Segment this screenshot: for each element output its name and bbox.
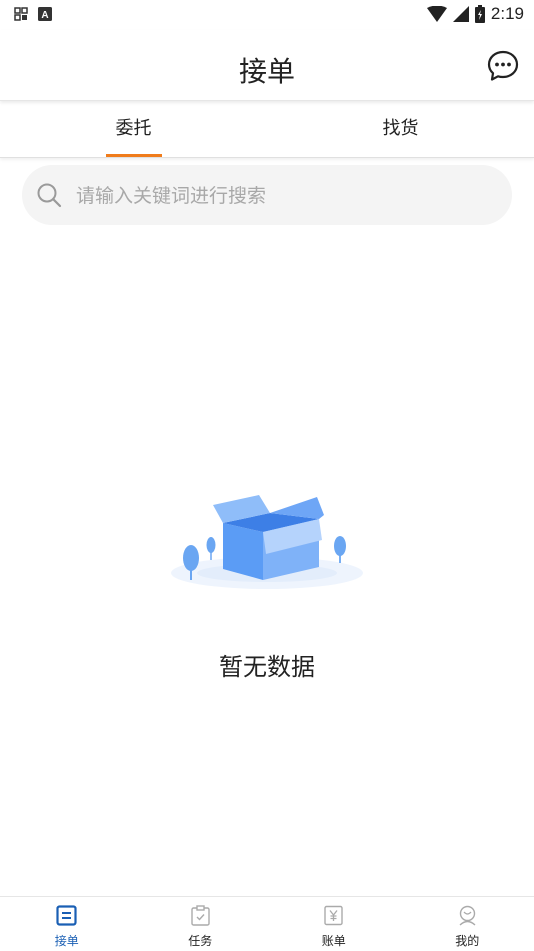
list-icon [56, 905, 77, 926]
nav-label: 我的 [401, 932, 534, 949]
empty-box-icon [167, 485, 367, 595]
svg-text:A: A [41, 10, 48, 21]
empty-message: 暂无数据 [0, 647, 534, 682]
tab-find-goods[interactable]: 找货 [267, 101, 534, 157]
nav-item-orders[interactable]: 接单 [0, 897, 134, 951]
bottom-nav: 接单 任务 账单 我的 [0, 896, 534, 951]
signal-icon [453, 6, 469, 22]
status-bar: A 2:19 [0, 0, 534, 30]
wifi-icon [427, 6, 447, 22]
sim-icon [14, 7, 28, 21]
nav-label: 接单 [0, 932, 134, 949]
empty-state: 暂无数据 [0, 485, 534, 595]
search-input[interactable] [74, 165, 498, 227]
keyboard-a-icon: A [38, 7, 52, 21]
battery-charging-icon [475, 5, 485, 23]
nav-item-bills[interactable]: 账单 [267, 897, 401, 951]
nav-item-mine[interactable]: 我的 [401, 897, 534, 951]
tab-label: 找货 [383, 118, 419, 139]
status-time: 2:19 [491, 4, 524, 24]
clipboard-check-icon [190, 905, 211, 926]
app-header: 接单 [0, 30, 534, 101]
page-title: 接单 [0, 50, 534, 90]
tab-bar: 委托 找货 [0, 101, 534, 158]
chat-bubble-icon[interactable] [486, 49, 520, 83]
tab-entrust[interactable]: 委托 [0, 101, 267, 157]
tab-label: 委托 [116, 118, 152, 139]
yen-bill-icon [323, 905, 344, 926]
search-icon [36, 182, 62, 208]
nav-label: 任务 [134, 932, 268, 949]
search-bar [22, 165, 512, 225]
active-tab-indicator [106, 154, 162, 157]
nav-item-tasks[interactable]: 任务 [134, 897, 268, 951]
nav-label: 账单 [267, 932, 401, 949]
user-icon [457, 905, 478, 926]
